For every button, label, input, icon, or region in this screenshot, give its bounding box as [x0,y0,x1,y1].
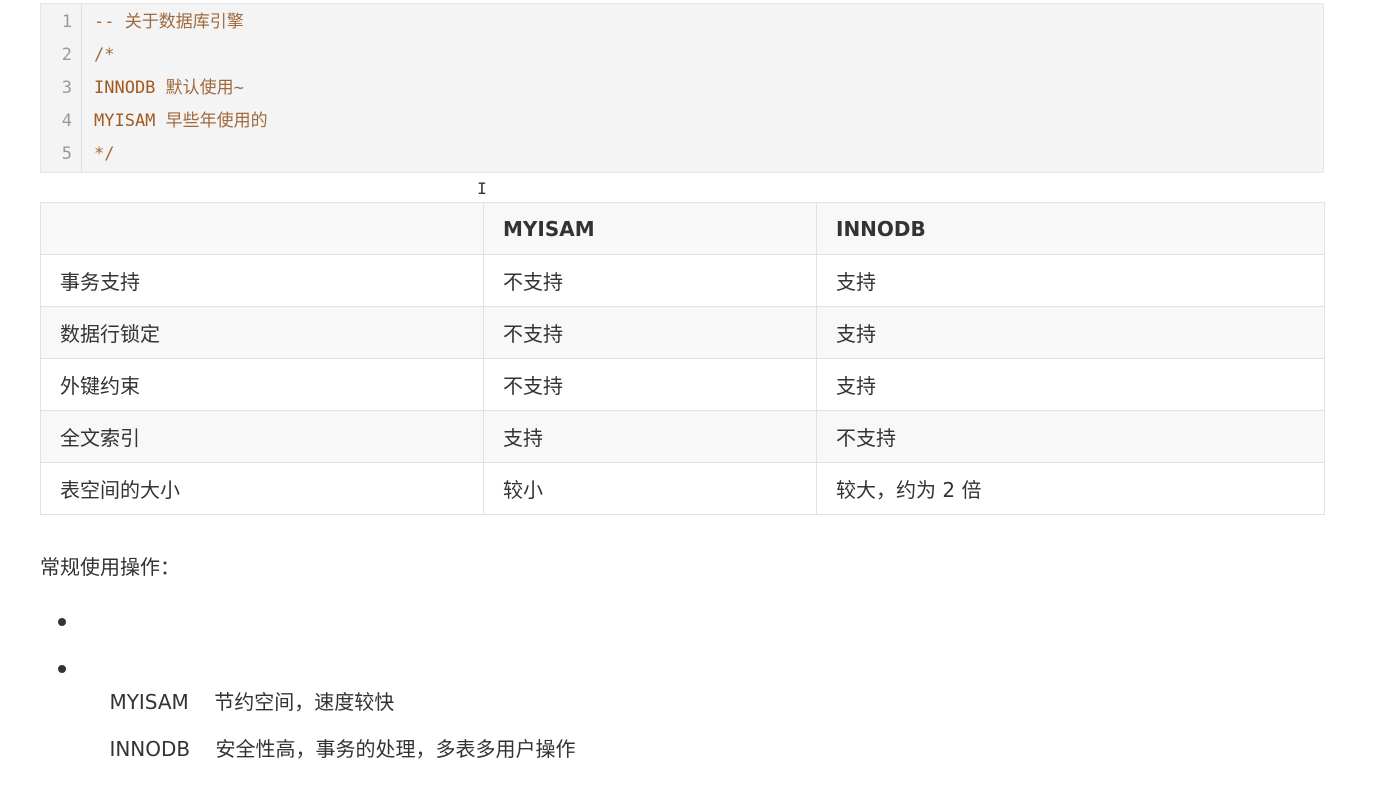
list-item: INNODB 安全性高，事务的处理，多表多用户操作 [40,649,576,761]
code-text: */ [94,144,115,164]
table-cell: 事务支持 [40,254,484,307]
code-text: MYISAM 早些年使用的 [94,111,268,131]
usage-list: MYISAM 节约空间，速度较快 INNODB 安全性高，事务的处理，多表多用户… [40,602,576,761]
table-cell: 全文索引 [40,410,484,463]
code-text: -- 关于数据库引擎 [94,12,244,32]
code-line-2: 2 /* [41,39,1323,72]
table-header-cell [40,202,484,255]
line-number: 2 [61,45,72,65]
table-header-cell: MYISAM [483,202,817,255]
list-item-text: INNODB 安全性高，事务的处理，多表多用户操作 [109,737,576,761]
table-row: 外键约束 不支持 支持 [40,358,1325,411]
code-line-5: 5 */ [41,138,1323,171]
engine-comparison-table: MYISAM INNODB 事务支持 不支持 支持 数据行锁定 不支持 支持 外… [40,202,1325,515]
table-row: 全文索引 支持 不支持 [40,410,1325,463]
table-row: 表空间的大小 较小 较大，约为 2 倍 [40,462,1325,515]
code-line-1: 1 -- 关于数据库引擎 [41,6,1323,39]
line-number: 3 [61,78,72,98]
table-cell: 较小 [483,462,817,515]
line-number: 1 [61,12,72,32]
table-row: 数据行锁定 不支持 支持 [40,306,1325,359]
table-cell: 不支持 [483,358,817,411]
text-cursor-icon: I [477,179,487,198]
list-item: MYISAM 节约空间，速度较快 [40,602,576,714]
bullet-icon [58,665,66,673]
table-header-cell: INNODB [816,202,1325,255]
table-cell: 较大，约为 2 倍 [816,462,1325,515]
table-header-row: MYISAM INNODB [40,202,1325,255]
code-block: 1 -- 关于数据库引擎 2 /* 3 INNODB 默认使用~ 4 MYISA… [40,3,1324,173]
line-number: 5 [61,144,72,164]
code-line-3: 3 INNODB 默认使用~ [41,72,1323,105]
line-number: 4 [61,111,72,131]
table-cell: 支持 [483,410,817,463]
table-cell: 支持 [816,358,1325,411]
table-row: 事务支持 不支持 支持 [40,254,1325,307]
table-cell: 不支持 [816,410,1325,463]
table-cell: 不支持 [483,254,817,307]
code-text: /* [94,45,115,65]
code-line-4: 4 MYISAM 早些年使用的 [41,105,1323,138]
code-text: INNODB 默认使用~ [94,78,244,98]
table-cell: 支持 [816,254,1325,307]
table-cell: 外键约束 [40,358,484,411]
table-cell: 数据行锁定 [40,306,484,359]
bullet-icon [58,618,66,626]
table-cell: 支持 [816,306,1325,359]
table-cell: 不支持 [483,306,817,359]
table-cell: 表空间的大小 [40,462,484,515]
usage-intro: 常规使用操作： [40,555,180,579]
